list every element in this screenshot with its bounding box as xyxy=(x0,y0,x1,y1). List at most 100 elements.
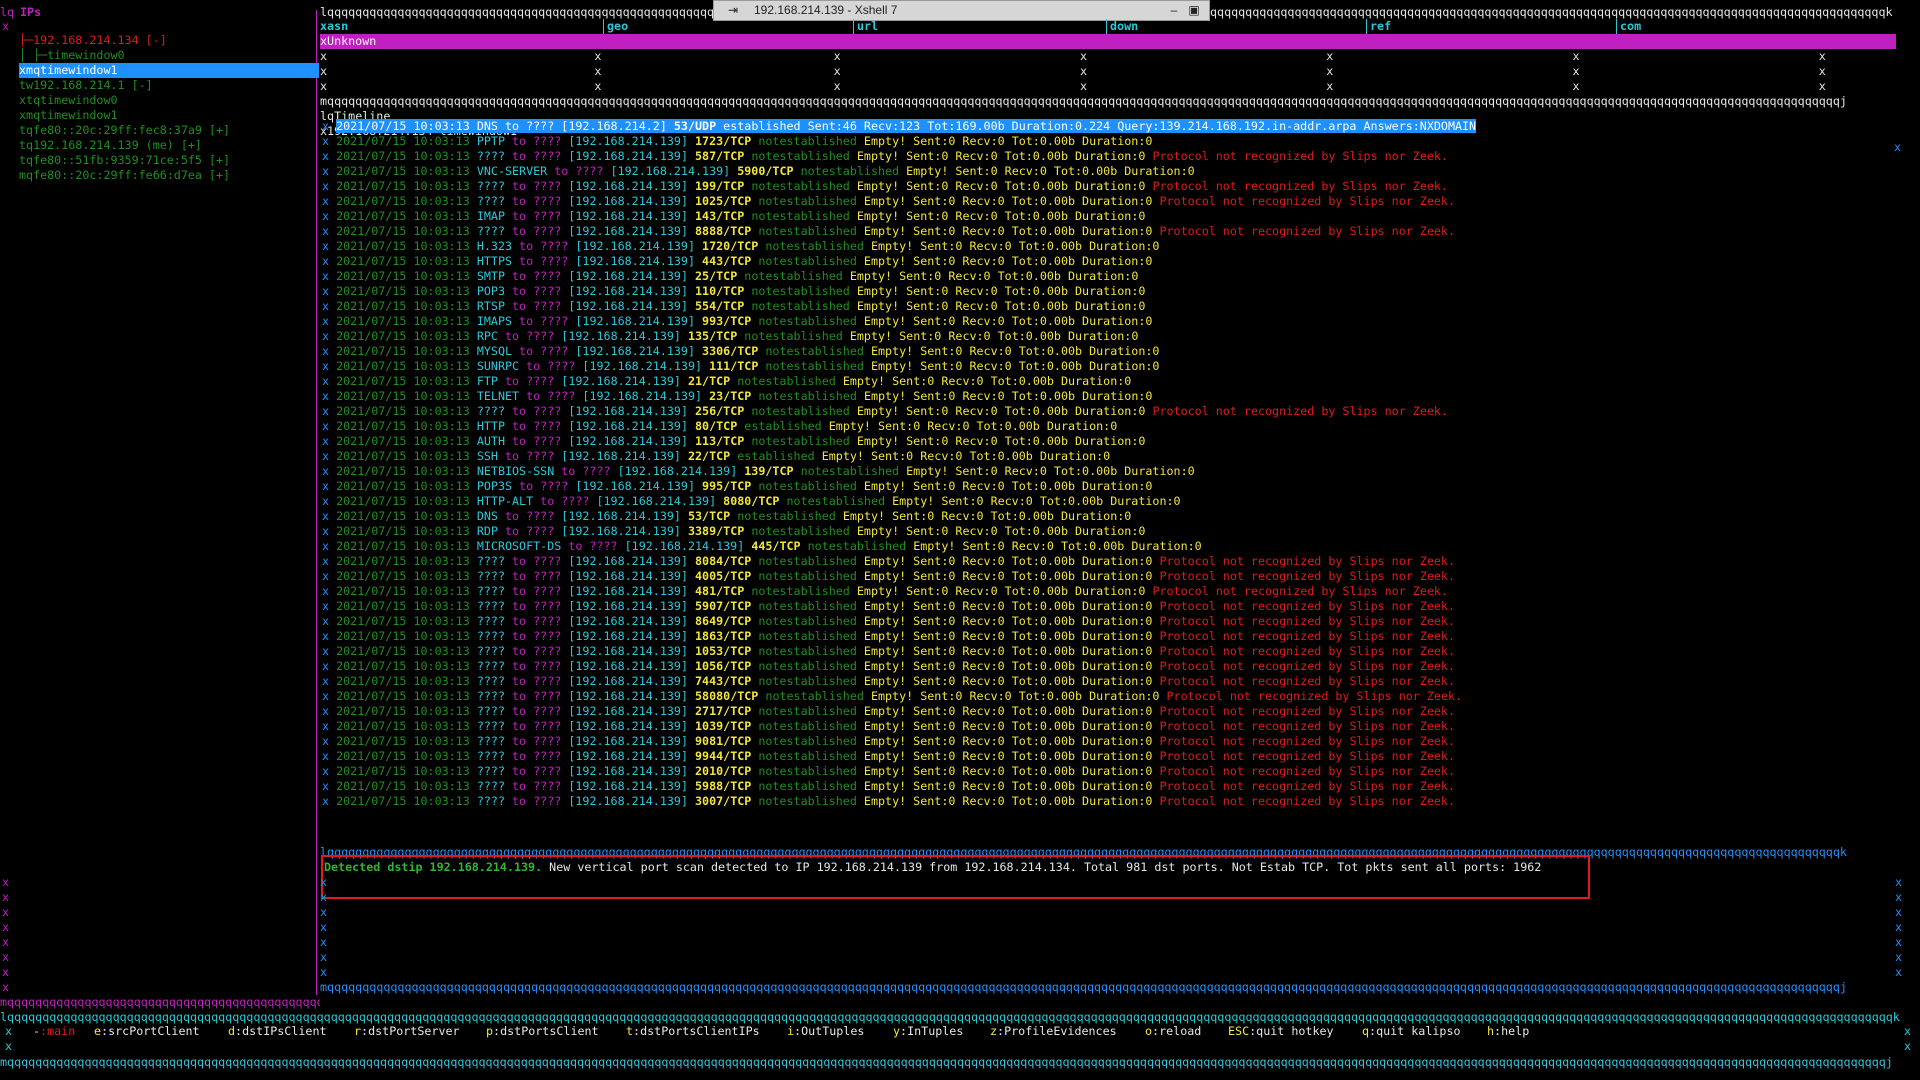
hotkey-4[interactable]: p:dstPortsClient xyxy=(486,1024,599,1039)
timeline-row[interactable]: x 2021/07/15 10:03:13 ???? to ???? [192.… xyxy=(322,764,1455,779)
ip-label: xmqtimewindow1 xyxy=(19,63,118,77)
ip-item[interactable]: tqfe80::51fb:9359:71ce:5f5 [+] xyxy=(19,153,319,168)
timeline-row[interactable]: x 2021/07/15 10:03:13 FTP to ???? [192.1… xyxy=(322,374,1131,389)
evidence-line[interactable]: Detected dstip 192.168.214.139. New vert… xyxy=(324,860,1884,875)
restore-button[interactable]: ▣ xyxy=(1186,1,1202,19)
timeline-row[interactable]: x 2021/07/15 10:03:13 ???? to ???? [192.… xyxy=(322,194,1455,209)
timeline-row[interactable]: x 2021/07/15 10:03:13 ???? to ???? [192.… xyxy=(322,179,1448,194)
row-stats: Empty! Sent:0 Recv:0 Tot:0.00b Duration:… xyxy=(863,629,1153,643)
ip-item[interactable]: xmqtimewindow1 xyxy=(19,108,319,123)
timeline-row[interactable]: x 2021/07/15 10:03:13 ???? to ???? [192.… xyxy=(322,779,1455,794)
ip-item[interactable]: tqfe80::20c:29ff:fec8:37a9 [+] xyxy=(19,123,319,138)
timeline-row[interactable]: x 2021/07/15 10:03:13 ???? to ???? [192.… xyxy=(322,404,1448,419)
timeline-row[interactable]: x 2021/07/15 10:03:13 HTTP-ALT to ???? [… xyxy=(322,494,1181,509)
hotkey-5[interactable]: t:dstPortsClientIPs xyxy=(626,1024,760,1039)
hotkey-7[interactable]: y:InTuples xyxy=(893,1024,963,1039)
timeline-row[interactable]: x 2021/07/15 10:03:13 POP3 to ???? [192.… xyxy=(322,284,1145,299)
row-dst-ip: 192.168.214.139 xyxy=(582,239,688,253)
timeline-row[interactable]: x 2021/07/15 10:03:13 HTTP to ???? [192.… xyxy=(322,419,1117,434)
row-dst-ip: 192.168.214.139 xyxy=(575,569,681,583)
hotkey-9[interactable]: o:reload xyxy=(1145,1024,1201,1039)
timeline-row[interactable]: x 2021/07/15 10:03:13 ???? to ???? [192.… xyxy=(322,599,1455,614)
timeline-row[interactable]: x 2021/07/15 10:03:13 ???? to ???? [192.… xyxy=(322,569,1455,584)
timeline-row[interactable]: x 2021/07/15 10:03:13 ???? to ???? [192.… xyxy=(322,614,1455,629)
timeline-row[interactable]: x 2021/07/15 10:03:13 ???? to ???? [192.… xyxy=(322,674,1455,689)
timeline-row[interactable]: x 2021/07/15 10:03:13 RDP to ???? [192.1… xyxy=(322,524,1145,539)
col-geo-header[interactable]: geo xyxy=(607,19,628,34)
timeline-row[interactable]: x 2021/07/15 10:03:13 ???? to ???? [192.… xyxy=(322,659,1455,674)
minimize-button[interactable]: – xyxy=(1166,1,1182,19)
col-down-header[interactable]: down xyxy=(1110,19,1138,34)
timeline-row[interactable]: x 2021/07/15 10:03:13 SSH to ???? [192.1… xyxy=(322,449,1110,464)
row-text: 2021/07/15 10:03:13 MYSQL to ???? [192.1… xyxy=(336,344,1159,358)
info-row-selected[interactable]: xUnknown xyxy=(320,34,1896,49)
ip-item[interactable]: │ ├─timewindow0 xyxy=(19,48,319,63)
timeline-row[interactable]: x 2021/07/15 10:03:13 ???? to ???? [192.… xyxy=(322,719,1455,734)
col-com-header[interactable]: com xyxy=(1620,19,1641,34)
timeline-row[interactable]: x 2021/07/15 10:03:13 ???? to ???? [192.… xyxy=(322,689,1462,704)
timeline-row-selected[interactable]: x 2021/07/15 10:03:13 DNS to ???? [192.1… xyxy=(322,119,1477,134)
timeline-row[interactable]: x 2021/07/15 10:03:13 RTSP to ???? [192.… xyxy=(322,299,1145,314)
timeline-row[interactable]: x 2021/07/15 10:03:13 SUNRPC to ???? [19… xyxy=(322,359,1159,374)
col-url-header[interactable]: url xyxy=(857,19,878,34)
hotkey-1[interactable]: e:srcPortClient xyxy=(94,1024,200,1039)
ip-item[interactable]: tw192.168.214.1 [-] xyxy=(19,78,319,93)
timeline-row[interactable]: x 2021/07/15 10:03:13 ???? to ???? [192.… xyxy=(322,584,1448,599)
timeline-row[interactable]: x 2021/07/15 10:03:13 ???? to ???? [192.… xyxy=(322,554,1455,569)
hotkey-0[interactable]: -:main xyxy=(33,1024,75,1039)
hotkey-label: :dstPortServer xyxy=(361,1024,460,1038)
row-sep xyxy=(801,539,808,553)
timeline-row[interactable]: x 2021/07/15 10:03:13 ???? to ???? [192.… xyxy=(322,224,1455,239)
row-port: 58080/TCP xyxy=(695,689,759,703)
row-dst-ip: 192.168.214.139 xyxy=(568,329,674,343)
timeline-row[interactable]: x 2021/07/15 10:03:13 MYSQL to ???? [192… xyxy=(322,344,1159,359)
ip-item[interactable]: mqfe80::20c:29ff:fe66:d7ea [+] xyxy=(19,168,319,183)
timeline-row[interactable]: x 2021/07/15 10:03:13 ???? to ???? [192.… xyxy=(322,749,1455,764)
timeline-row[interactable]: x 2021/07/15 10:03:13 HTTPS to ???? [192… xyxy=(322,254,1152,269)
timeline-row[interactable]: x 2021/07/15 10:03:13 ???? to ???? [192.… xyxy=(322,629,1455,644)
hotkey-10[interactable]: ESC:quit hotkey xyxy=(1228,1024,1334,1039)
row-text: 2021/07/15 10:03:13 ???? to ???? [192.16… xyxy=(336,779,1455,793)
row-port: 21/TCP xyxy=(687,374,731,388)
timeline-row[interactable]: x 2021/07/15 10:03:13 DNS to ???? [192.1… xyxy=(322,509,1131,524)
timeline-row[interactable]: x 2021/07/15 10:03:13 ???? to ???? [192.… xyxy=(322,149,1448,164)
timeline-row[interactable]: x 2021/07/15 10:03:13 IMAP to ???? [192.… xyxy=(322,209,1145,224)
row-sep xyxy=(843,269,850,283)
timeline-row[interactable]: x 2021/07/15 10:03:13 IMAPS to ???? [192… xyxy=(322,314,1152,329)
col-ref-header[interactable]: ref xyxy=(1370,19,1391,34)
timeline-row[interactable]: x 2021/07/15 10:03:13 MICROSOFT-DS to ??… xyxy=(322,539,1202,554)
row-dst-ip-wrap: [192.168.214.139] xyxy=(561,449,688,463)
hotkey-12[interactable]: h:help xyxy=(1487,1024,1529,1039)
ip-item[interactable]: ├─192.168.214.134 [-] xyxy=(19,33,319,48)
timeline-row[interactable]: x 2021/07/15 10:03:13 ???? to ???? [192.… xyxy=(322,704,1455,719)
row-dst-ip-wrap: [192.168.214.139] xyxy=(624,539,752,553)
timeline-row[interactable]: x 2021/07/15 10:03:13 AUTH to ???? [192.… xyxy=(322,434,1145,449)
ip-item[interactable]: tq192.168.214.139 (me) [+] xyxy=(19,138,319,153)
row-sep xyxy=(857,224,864,238)
ip-item[interactable]: xtqtimewindow0 xyxy=(19,93,319,108)
timeline-row[interactable]: x 2021/07/15 10:03:13 TELNET to ???? [19… xyxy=(322,389,1152,404)
timeline-row[interactable]: x 2021/07/15 10:03:13 ???? to ???? [192.… xyxy=(322,734,1455,749)
timeline-row[interactable]: x 2021/07/15 10:03:13 VNC-SERVER to ????… xyxy=(322,164,1195,179)
timeline-row[interactable]: x 2021/07/15 10:03:13 PPTP to ???? [192.… xyxy=(322,134,1152,149)
timeline-row[interactable]: x 2021/07/15 10:03:13 POP3S to ???? [192… xyxy=(322,479,1152,494)
pin-icon[interactable]: ⇥ xyxy=(728,1,738,19)
hotkey-11[interactable]: q:quit kalipso xyxy=(1362,1024,1461,1039)
hotkey-6[interactable]: i:OutTuples xyxy=(787,1024,864,1039)
row-state: notestablished xyxy=(758,779,857,793)
timeline-list[interactable]: x 2021/07/15 10:03:13 DNS to ???? [192.1… xyxy=(322,119,1898,845)
timeline-row[interactable]: x 2021/07/15 10:03:13 H.323 to ???? [192… xyxy=(322,239,1159,254)
timeline-row[interactable]: x 2021/07/15 10:03:13 ???? to ???? [192.… xyxy=(322,794,1455,809)
row-protocol: SUNRPC xyxy=(476,359,520,373)
window-titlebar[interactable]: ⇥ 192.168.214.139 - Xshell 7 – ▣ xyxy=(713,0,1210,21)
timeline-row[interactable]: x 2021/07/15 10:03:13 RPC to ???? [192.1… xyxy=(322,329,1138,344)
timeline-row[interactable]: x 2021/07/15 10:03:13 ???? to ???? [192.… xyxy=(322,644,1455,659)
timeline-row[interactable]: x 2021/07/15 10:03:13 SMTP to ???? [192.… xyxy=(322,269,1138,284)
hotkey-8[interactable]: z:ProfileEvidences xyxy=(990,1024,1117,1039)
hotkey-2[interactable]: d:dstIPsClient xyxy=(228,1024,327,1039)
ip-item-selected[interactable]: xmqtimewindow1 xyxy=(19,63,319,78)
timeline-row[interactable]: x 2021/07/15 10:03:13 NETBIOS-SSN to ???… xyxy=(322,464,1195,479)
hotkey-3[interactable]: r:dstPortServer xyxy=(354,1024,460,1039)
col-asn-header[interactable]: xasn xyxy=(320,19,348,34)
row-stats: Empty! Sent:0 Recv:0 Tot:0.00b Duration:… xyxy=(863,614,1153,628)
